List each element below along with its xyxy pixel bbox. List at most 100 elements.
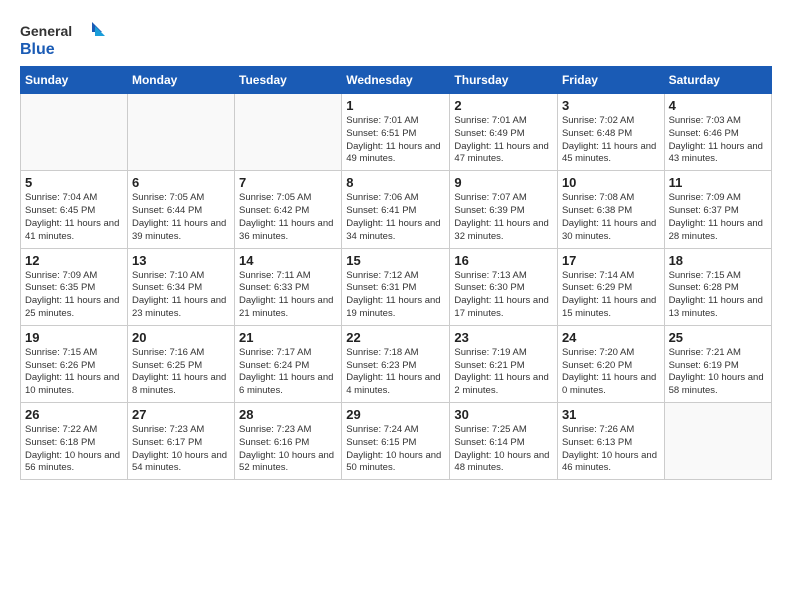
cell-text: Sunrise: 7:10 AM Sunset: 6:34 PM Dayligh… [132,270,230,321]
cell-text: Sunrise: 7:23 AM Sunset: 6:17 PM Dayligh… [132,424,230,475]
weekday-header-row: Sunday Monday Tuesday Wednesday Thursday… [21,67,772,94]
cell-text: Sunrise: 7:25 AM Sunset: 6:14 PM Dayligh… [454,424,553,475]
header-monday: Monday [127,67,234,94]
calendar-table: Sunday Monday Tuesday Wednesday Thursday… [20,66,772,480]
calendar-cell: 26Sunrise: 7:22 AM Sunset: 6:18 PM Dayli… [21,403,128,480]
day-number: 26 [25,407,123,422]
day-number: 21 [239,330,337,345]
header-friday: Friday [557,67,664,94]
cell-text: Sunrise: 7:07 AM Sunset: 6:39 PM Dayligh… [454,192,553,243]
calendar-week-row: 26Sunrise: 7:22 AM Sunset: 6:18 PM Dayli… [21,403,772,480]
calendar-cell: 14 Sunrise: 7:11 AM Sunset: 6:33 PM Dayli… [235,248,342,325]
day-number: 31 [562,407,660,422]
calendar-cell: 9 Sunrise: 7:07 AM Sunset: 6:39 PM Daylig… [450,171,558,248]
calendar-cell: 16 Sunrise: 7:13 AM Sunset: 6:30 PM Dayli… [450,248,558,325]
cell-text: Sunrise: 7:02 AM Sunset: 6:48 PM Dayligh… [562,115,660,166]
header: General Blue [20,20,772,60]
day-number: 14 [239,253,337,268]
cell-text: Sunrise: 7:09 AM Sunset: 6:37 PM Dayligh… [669,192,767,243]
calendar-cell [664,403,771,480]
cell-text: Sunrise: 7:15 AM Sunset: 6:28 PM Dayligh… [669,270,767,321]
cell-text: Sunrise: 7:20 AM Sunset: 6:20 PM Dayligh… [562,347,660,398]
calendar-cell: 31 Sunrise: 7:26 AM Sunset: 6:13 PM Dayli… [557,403,664,480]
day-number: 27 [132,407,230,422]
day-number: 15 [346,253,445,268]
cell-text: Sunrise: 7:19 AM Sunset: 6:21 PM Dayligh… [454,347,553,398]
calendar-cell: 24 Sunrise: 7:20 AM Sunset: 6:20 PM Dayli… [557,325,664,402]
calendar-cell: 4Sunrise: 7:03 AM Sunset: 6:46 PM Daylig… [664,94,771,171]
calendar-cell: 2 Sunrise: 7:01 AM Sunset: 6:49 PM Daylig… [450,94,558,171]
cell-text: Sunrise: 7:14 AM Sunset: 6:29 PM Dayligh… [562,270,660,321]
day-number: 3 [562,98,660,113]
day-number: 22 [346,330,445,345]
day-number: 12 [25,253,123,268]
calendar-cell: 23 Sunrise: 7:19 AM Sunset: 6:21 PM Dayli… [450,325,558,402]
header-thursday: Thursday [450,67,558,94]
day-number: 16 [454,253,553,268]
cell-text: Sunrise: 7:26 AM Sunset: 6:13 PM Dayligh… [562,424,660,475]
cell-text: Sunrise: 7:05 AM Sunset: 6:44 PM Dayligh… [132,192,230,243]
day-number: 18 [669,253,767,268]
logo: General Blue [20,20,110,60]
calendar-cell: 15 Sunrise: 7:12 AM Sunset: 6:31 PM Dayli… [342,248,450,325]
svg-text:Blue: Blue [20,41,55,58]
cell-text: Sunrise: 7:12 AM Sunset: 6:31 PM Dayligh… [346,270,445,321]
svg-text:General: General [20,23,72,39]
calendar-cell: 29Sunrise: 7:24 AM Sunset: 6:15 PM Dayli… [342,403,450,480]
day-number: 11 [669,175,767,190]
cell-text: Sunrise: 7:03 AM Sunset: 6:46 PM Dayligh… [669,115,767,166]
day-number: 24 [562,330,660,345]
calendar-cell: 30 Sunrise: 7:25 AM Sunset: 6:14 PM Dayli… [450,403,558,480]
calendar-cell: 13 Sunrise: 7:10 AM Sunset: 6:34 PM Dayli… [127,248,234,325]
day-number: 17 [562,253,660,268]
calendar-cell: 28 Sunrise: 7:23 AM Sunset: 6:16 PM Dayli… [235,403,342,480]
header-sunday: Sunday [21,67,128,94]
day-number: 13 [132,253,230,268]
calendar-cell: 6 Sunrise: 7:05 AM Sunset: 6:44 PM Daylig… [127,171,234,248]
cell-text: Sunrise: 7:08 AM Sunset: 6:38 PM Dayligh… [562,192,660,243]
calendar-cell: 11 Sunrise: 7:09 AM Sunset: 6:37 PM Dayli… [664,171,771,248]
day-number: 9 [454,175,553,190]
calendar-cell: 8Sunrise: 7:06 AM Sunset: 6:41 PM Daylig… [342,171,450,248]
calendar-cell [127,94,234,171]
cell-text: Sunrise: 7:17 AM Sunset: 6:24 PM Dayligh… [239,347,337,398]
cell-text: Sunrise: 7:15 AM Sunset: 6:26 PM Dayligh… [25,347,123,398]
cell-text: Sunrise: 7:01 AM Sunset: 6:49 PM Dayligh… [454,115,553,166]
calendar-cell: 3 Sunrise: 7:02 AM Sunset: 6:48 PM Daylig… [557,94,664,171]
day-number: 28 [239,407,337,422]
cell-text: Sunrise: 7:01 AM Sunset: 6:51 PM Dayligh… [346,115,445,166]
calendar-cell: 17 Sunrise: 7:14 AM Sunset: 6:29 PM Dayli… [557,248,664,325]
day-number: 8 [346,175,445,190]
calendar-week-row: 12 Sunrise: 7:09 AM Sunset: 6:35 PM Dayli… [21,248,772,325]
calendar-cell: 18 Sunrise: 7:15 AM Sunset: 6:28 PM Dayli… [664,248,771,325]
cell-text: Sunrise: 7:23 AM Sunset: 6:16 PM Dayligh… [239,424,337,475]
page: General Blue Sunday Monday Tuesday Wedne… [0,0,792,490]
calendar-cell [235,94,342,171]
day-number: 25 [669,330,767,345]
day-number: 30 [454,407,553,422]
cell-text: Sunrise: 7:13 AM Sunset: 6:30 PM Dayligh… [454,270,553,321]
cell-text: Sunrise: 7:11 AM Sunset: 6:33 PM Dayligh… [239,270,337,321]
day-number: 23 [454,330,553,345]
header-tuesday: Tuesday [235,67,342,94]
cell-text: Sunrise: 7:09 AM Sunset: 6:35 PM Dayligh… [25,270,123,321]
cell-text: Sunrise: 7:18 AM Sunset: 6:23 PM Dayligh… [346,347,445,398]
calendar-week-row: 19Sunrise: 7:15 AM Sunset: 6:26 PM Dayli… [21,325,772,402]
calendar-cell: 27 Sunrise: 7:23 AM Sunset: 6:17 PM Dayli… [127,403,234,480]
day-number: 5 [25,175,123,190]
header-wednesday: Wednesday [342,67,450,94]
calendar-cell: 19Sunrise: 7:15 AM Sunset: 6:26 PM Dayli… [21,325,128,402]
day-number: 29 [346,407,445,422]
day-number: 2 [454,98,553,113]
calendar-cell: 7Sunrise: 7:05 AM Sunset: 6:42 PM Daylig… [235,171,342,248]
cell-text: Sunrise: 7:16 AM Sunset: 6:25 PM Dayligh… [132,347,230,398]
cell-text: Sunrise: 7:04 AM Sunset: 6:45 PM Dayligh… [25,192,123,243]
header-saturday: Saturday [664,67,771,94]
calendar-cell: 22 Sunrise: 7:18 AM Sunset: 6:23 PM Dayli… [342,325,450,402]
calendar-cell [21,94,128,171]
day-number: 6 [132,175,230,190]
calendar-cell: 20Sunrise: 7:16 AM Sunset: 6:25 PM Dayli… [127,325,234,402]
day-number: 7 [239,175,337,190]
calendar-cell: 25Sunrise: 7:21 AM Sunset: 6:19 PM Dayli… [664,325,771,402]
day-number: 10 [562,175,660,190]
